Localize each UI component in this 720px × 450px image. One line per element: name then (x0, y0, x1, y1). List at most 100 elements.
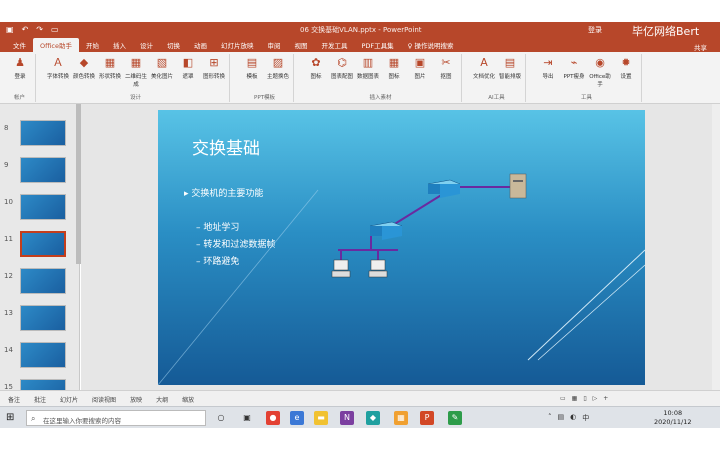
status-item[interactable]: 阅读视图 (92, 395, 116, 404)
ribbon-button-1-1[interactable]: ◆ 颜色转换 (71, 56, 97, 80)
edge-icon[interactable]: e (290, 411, 304, 425)
ribbon-button-3-5[interactable]: ✂ 抠图 (433, 56, 459, 80)
ribbon-tool-icon: ✿ (311, 56, 321, 69)
app3-icon[interactable]: ✎ (448, 411, 462, 425)
ribbon-button-1-3[interactable]: ▦ 二维码生成 (123, 56, 149, 88)
ribbon-button-0-0[interactable]: ♟ 登录 (7, 56, 33, 80)
tab-11[interactable]: PDF工具集 (354, 38, 400, 52)
tab-9[interactable]: 视图 (287, 38, 314, 52)
status-item[interactable]: 幻灯片 (60, 395, 78, 404)
volume-icon[interactable]: ◐ (570, 413, 576, 423)
tab-12[interactable]: ♀ 操作说明搜索 (401, 38, 461, 52)
slideshow-icon[interactable]: ▷ (593, 395, 598, 402)
sign-in-link[interactable]: 登录 (588, 25, 602, 35)
ribbon-tool-icon: ▣ (414, 56, 426, 69)
ribbon-button-4-0[interactable]: A 文档优化 (471, 56, 497, 80)
ribbon-tool-icon: ⌁ (570, 56, 578, 69)
slide-thumbnail[interactable] (20, 120, 66, 146)
chrome-icon[interactable]: ● (266, 411, 280, 425)
slide-number: 8 (4, 124, 9, 132)
ribbon-button-label: 美化图片 (150, 74, 173, 80)
ribbon-button-1-5[interactable]: ◧ 遮罩 (175, 56, 201, 80)
slide-thumbnail[interactable] (20, 268, 66, 294)
clock[interactable]: 10:08 2020/11/12 (654, 409, 691, 427)
undo-icon[interactable]: ↶ (22, 25, 29, 34)
ribbon-tool-icon: ▤ (504, 56, 516, 69)
slide-thumbnail[interactable] (20, 194, 66, 220)
tab-7[interactable]: 幻灯片放映 (214, 38, 261, 52)
ribbon-button-5-0[interactable]: ⇥ 导出 (535, 56, 561, 80)
ribbon-button-label: 主题换色 (266, 74, 289, 80)
status-item[interactable]: 备注 (8, 395, 20, 404)
tab-1[interactable]: Office助手 (33, 38, 79, 52)
system-tray: ˄ ▤ ◐ 中 (548, 413, 589, 423)
zoom-in-button[interactable]: + (603, 395, 608, 402)
app2-icon[interactable]: ▦ (394, 411, 408, 425)
ime-icon[interactable]: 中 (582, 413, 589, 423)
current-slide[interactable]: 交换基础 ▸ 交换机的主要功能 – 地址学习 – 转发和过滤数据帧 – 环路避免 (158, 110, 645, 385)
tab-4[interactable]: 设计 (133, 38, 160, 52)
ribbon-button-2-0[interactable]: ▤ 模板 (239, 56, 265, 80)
bottom-strip (0, 428, 720, 450)
status-item[interactable]: 缩放 (182, 395, 194, 404)
status-item[interactable]: 大纲 (156, 395, 168, 404)
quick-access-toolbar: ▣ ↶ ↷ ▭ (6, 25, 59, 34)
tab-2[interactable]: 开始 (79, 38, 106, 52)
ribbon-button-3-3[interactable]: ▦ 图标 (381, 56, 407, 80)
multitask-icon[interactable]: ▣ (240, 411, 254, 425)
ribbon-tool-icon: ▦ (104, 56, 116, 69)
tab-3[interactable]: 插入 (106, 38, 133, 52)
ribbon-button-3-1[interactable]: ⌬ 图表配图 (329, 56, 355, 80)
app-icon[interactable]: ◆ (366, 411, 380, 425)
task-view-icon[interactable]: ○ (214, 411, 228, 425)
reading-view-icon[interactable]: ▯ (583, 395, 586, 402)
ribbon-button-1-4[interactable]: ▧ 美化图片 (149, 56, 175, 80)
vertical-scrollbar[interactable] (712, 104, 720, 390)
ribbon-button-5-2[interactable]: ◉ Office助手 (587, 56, 613, 88)
sorter-view-icon[interactable]: ▦ (572, 395, 578, 402)
ribbon-tool-icon: ▥ (362, 56, 374, 69)
ribbon-button-1-2[interactable]: ▦ 形状转换 (97, 56, 123, 80)
start-icon[interactable]: ⊞ (6, 412, 18, 424)
powerpoint-icon[interactable]: P (420, 411, 434, 425)
ribbon-group-1: Ａ 字体转换 ◆ 颜色转换 ▦ 形状转换 ▦ 二维码生成 ▧ 美化图片 ◧ 遮罩 ⊞ 图形转换 设计 (42, 54, 230, 102)
tab-5[interactable]: 切换 (160, 38, 187, 52)
ribbon-group-label: 插入素材 (369, 95, 392, 101)
status-item[interactable]: 批注 (34, 395, 46, 404)
present-icon[interactable]: ▭ (51, 25, 59, 34)
slide-subitem: – 环路避免 (196, 257, 240, 267)
taskbar-search[interactable]: ⌕ 在这里输入你要搜索的内容 (26, 410, 206, 426)
ribbon-button-5-1[interactable]: ⌁ PPT瘦身 (561, 56, 587, 80)
slide-thumbnails-panel: 8 9 10 11 12 13 14 15 (0, 104, 80, 405)
slide-thumbnail[interactable] (20, 305, 66, 331)
ribbon-button-3-0[interactable]: ✿ 图标 (303, 56, 329, 80)
tray-up-icon[interactable]: ˄ (548, 413, 552, 423)
onenote-icon[interactable]: N (340, 411, 354, 425)
save-icon[interactable]: ▣ (6, 25, 14, 34)
ribbon-button-1-6[interactable]: ⊞ 图形转换 (201, 56, 227, 80)
tab-0[interactable]: 文件 (6, 38, 33, 52)
ribbon-button-4-1[interactable]: ▤ 智能排版 (497, 56, 523, 80)
server-icon (509, 173, 527, 199)
ribbon-button-5-3[interactable]: ✹ 设置 (613, 56, 639, 80)
slide-thumbnail[interactable] (20, 342, 66, 368)
ribbon-group-5: ⇥ 导出 ⌁ PPT瘦身 ◉ Office助手 ✹ 设置工具 (532, 54, 642, 102)
folder-icon[interactable]: ▬ (314, 411, 328, 425)
network-icon[interactable]: ▤ (558, 413, 565, 423)
tab-8[interactable]: 审阅 (260, 38, 287, 52)
tab-10[interactable]: 开发工具 (314, 38, 354, 52)
ribbon-tabs: 文件 Office助手 开始 插入 设计 切换 动画 幻灯片放映 审阅 视图 开发工具 PDF工具集 ♀… (0, 38, 720, 52)
redo-icon[interactable]: ↷ (36, 25, 43, 34)
tab-6[interactable]: 动画 (187, 38, 214, 52)
ribbon-button-2-1[interactable]: ▨ 主题换色 (265, 56, 291, 80)
ribbon-button-3-4[interactable]: ▣ 图片 (407, 56, 433, 80)
watermark: 毕亿网络Bert (632, 25, 700, 38)
ribbon-button-1-0[interactable]: Ａ 字体转换 (45, 56, 71, 80)
slide-number: 11 (4, 235, 13, 243)
ribbon-group-label: 工具 (580, 95, 592, 101)
status-item[interactable]: 放映 (130, 395, 142, 404)
slide-thumbnail[interactable] (20, 231, 66, 257)
normal-view-icon[interactable]: ▭ (560, 395, 566, 402)
slide-thumbnail[interactable] (20, 157, 66, 183)
ribbon-button-3-2[interactable]: ▥ 数据图表 (355, 56, 381, 80)
